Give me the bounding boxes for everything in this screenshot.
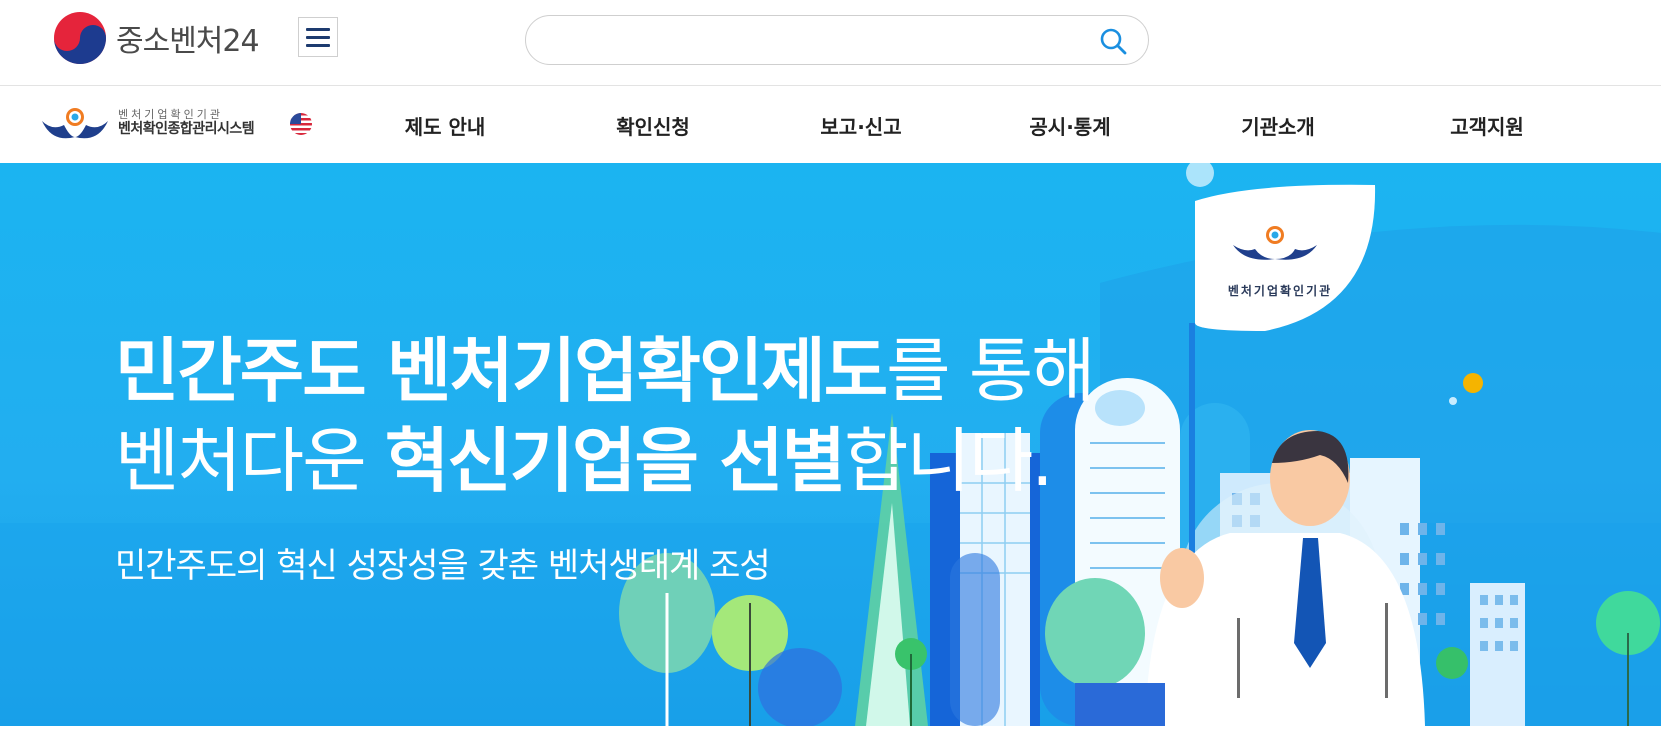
- hero-headline-line2: 벤처다운 혁신기업을 선별합니다.: [115, 405, 1053, 506]
- taegeuk-logo-icon: [54, 12, 106, 64]
- search-icon[interactable]: [1098, 26, 1128, 56]
- menu-button[interactable]: [298, 17, 338, 57]
- system-logo-subtitle: 벤처기업확인기관: [118, 108, 223, 121]
- hero-banner: 벤처기업확인기관 민간주도 벤처기업확인제도를 통해 벤처다운 혁신기업을 선별…: [0, 163, 1661, 726]
- hero-headline-line1: 민간주도 벤처기업확인제도를 통해: [115, 315, 1096, 416]
- brand-logo[interactable]: 중소벤처24: [52, 10, 260, 66]
- us-flag-icon[interactable]: [290, 113, 312, 135]
- hero-headline-text: 합니다.: [844, 420, 1053, 502]
- hamburger-icon-bar: [306, 35, 330, 39]
- search-box: [525, 15, 1149, 65]
- search-input[interactable]: [548, 26, 1088, 56]
- nav-item-apply[interactable]: 확인신청: [616, 111, 690, 140]
- nav-item-about[interactable]: 기관소개: [1241, 111, 1315, 140]
- system-logo[interactable]: 벤처기업확인기관 벤처확인종합관리시스템: [40, 103, 255, 143]
- venture-confirm-logo-icon: [42, 108, 108, 139]
- sign-label: 벤처기업확인기관: [1227, 284, 1333, 298]
- hamburger-icon-bar: [306, 27, 330, 31]
- top-bar: 중소벤처24: [0, 0, 1661, 86]
- system-logo-title: 벤처확인종합관리시스템: [118, 121, 255, 138]
- main-nav: 벤처기업확인기관 벤처확인종합관리시스템 제도 안내 확인신청 보고·신고 공시…: [0, 87, 1661, 163]
- nav-item-system-guide[interactable]: 제도 안내: [405, 111, 486, 140]
- hero-headline-emphasis: 혁신기업을 선별: [384, 420, 846, 502]
- nav-item-support[interactable]: 고객지원: [1450, 111, 1524, 140]
- nav-item-statistics[interactable]: 공시·통계: [1029, 111, 1110, 140]
- hero-headline-emphasis: 민간주도 벤처기업확인제도: [115, 330, 888, 412]
- hero-headline-text: 벤처다운: [115, 420, 385, 502]
- brand-name: 중소벤처24: [116, 24, 260, 59]
- nav-item-report[interactable]: 보고·신고: [820, 111, 901, 140]
- hero-headline-text: 를 통해: [886, 330, 1095, 412]
- hero-subtitle: 민간주도의 혁신 성장성을 갖춘 벤처생태계 조성: [115, 546, 771, 586]
- hamburger-icon-bar: [306, 43, 330, 47]
